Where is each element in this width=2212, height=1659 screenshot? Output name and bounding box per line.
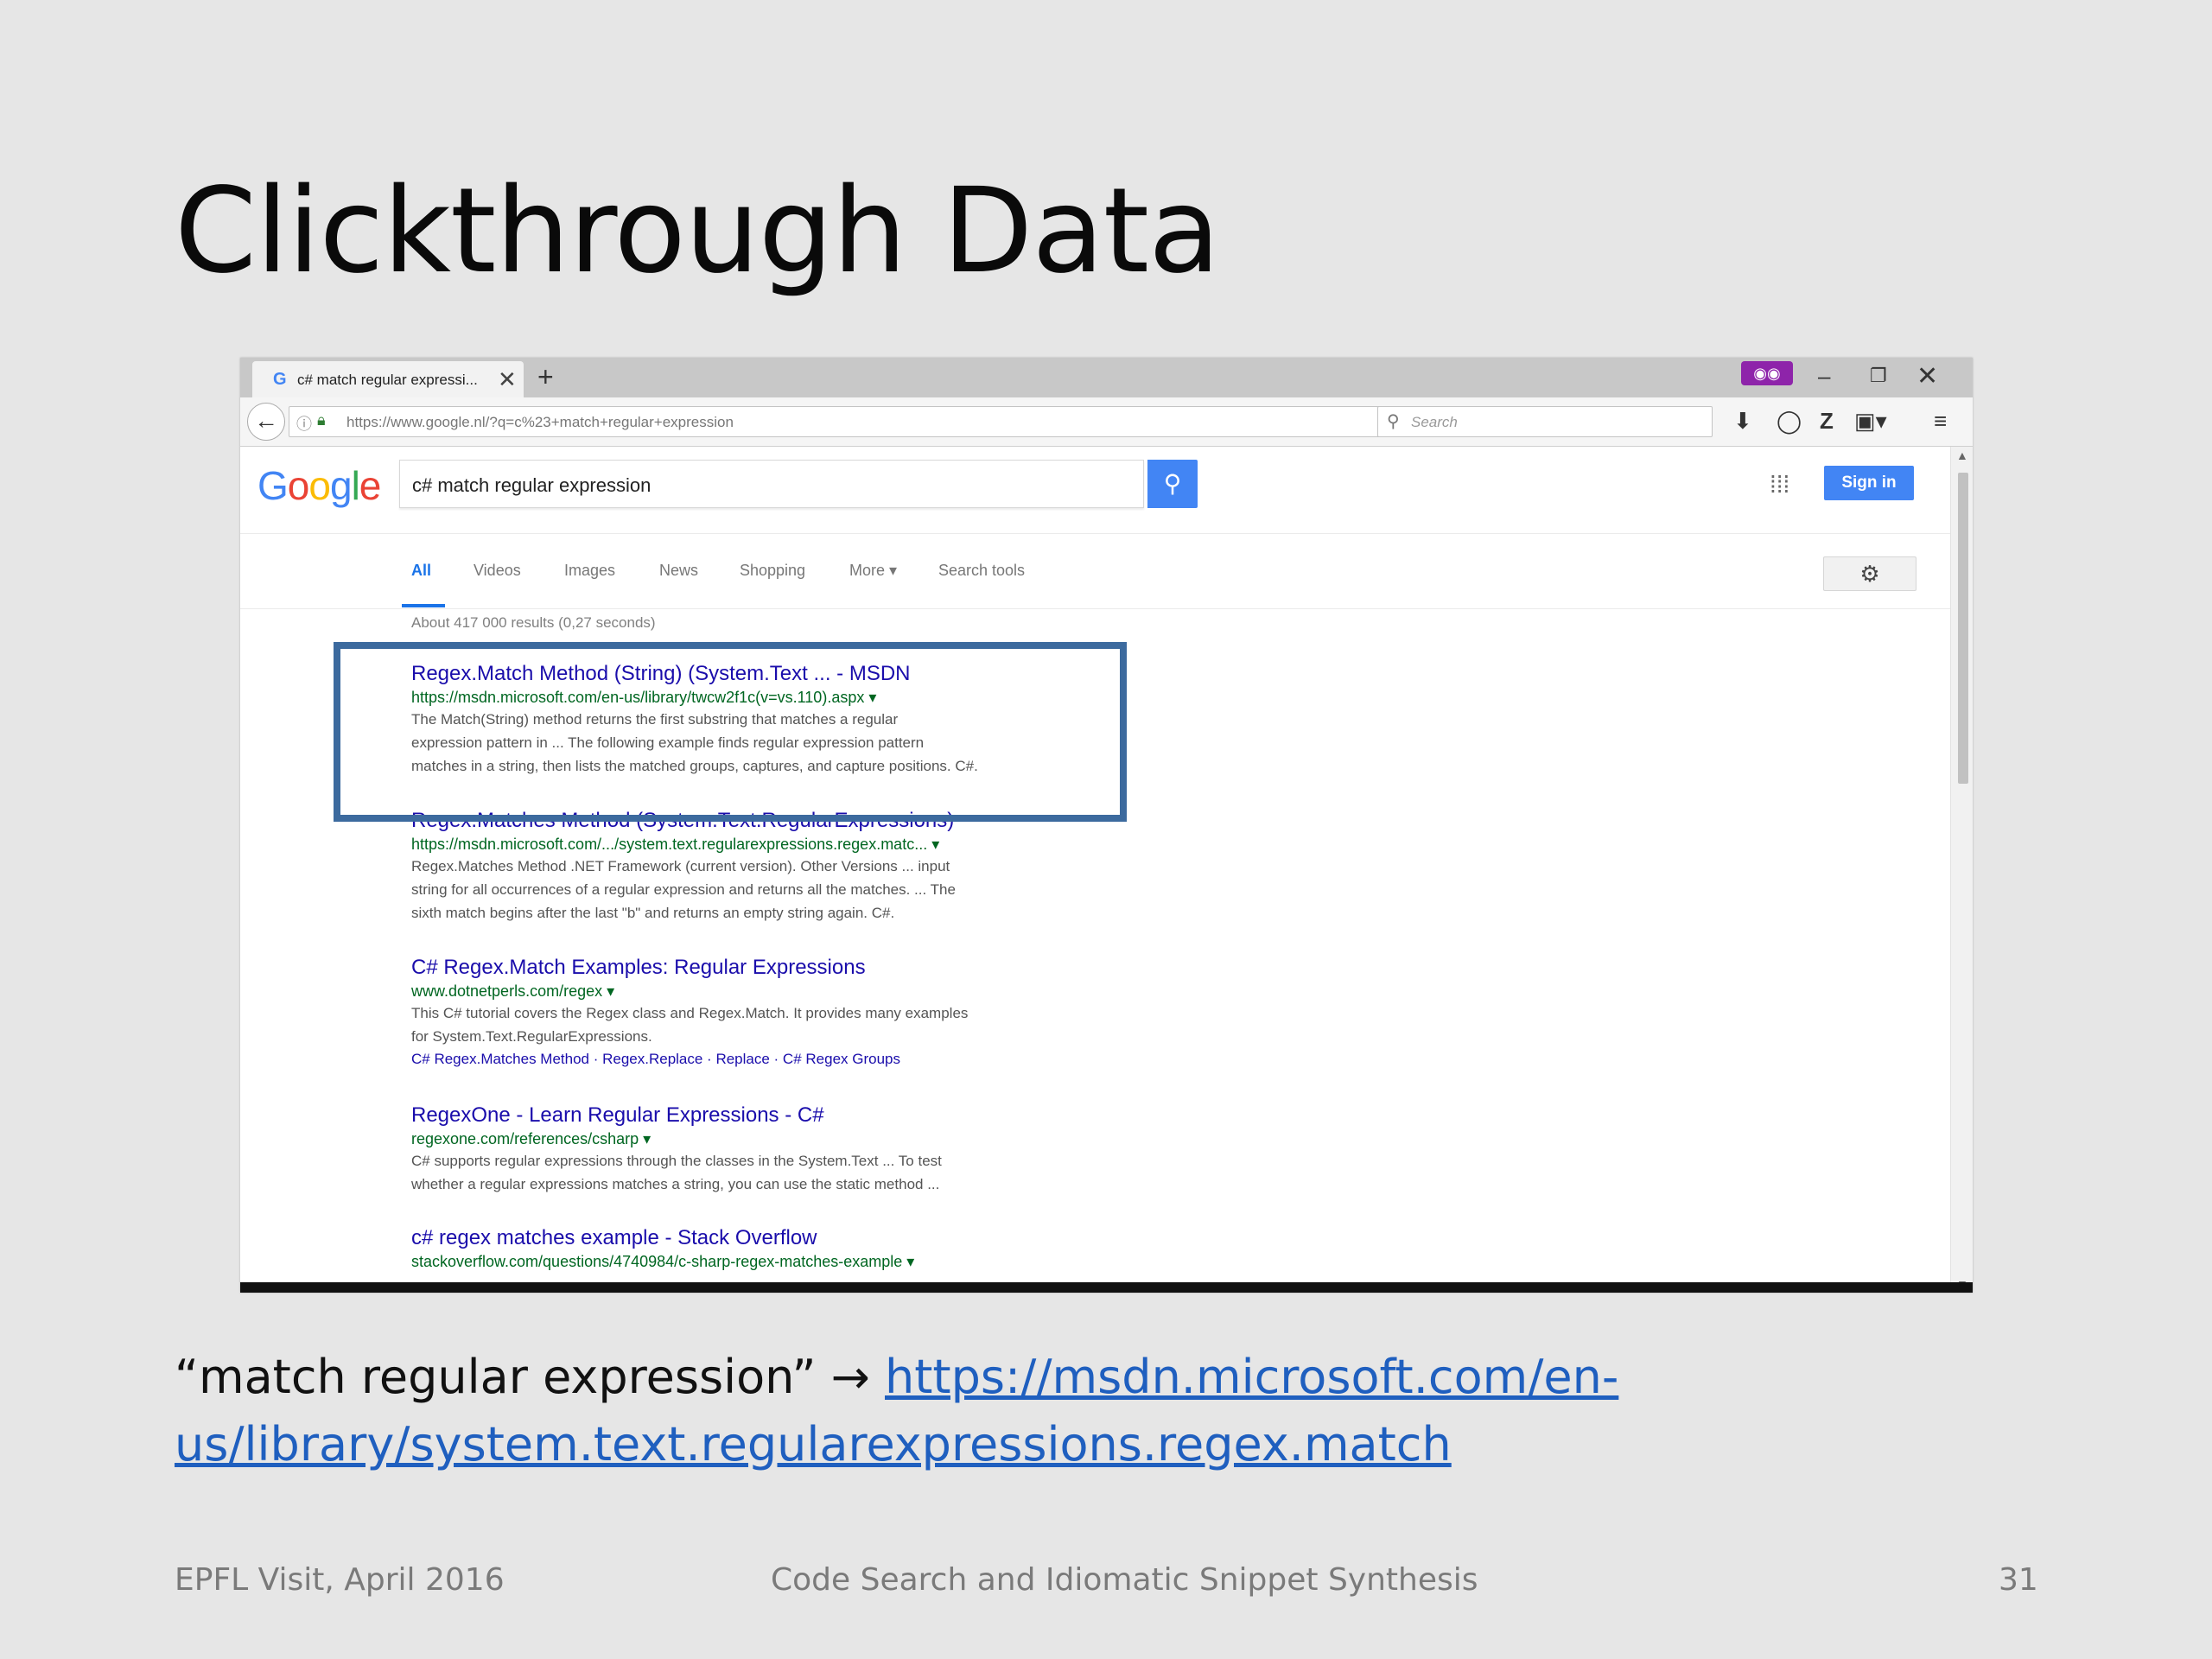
apps-grid-icon[interactable]: ⁞⁞⁞ (1770, 471, 1789, 499)
active-tab-indicator (402, 604, 445, 607)
footer-left: EPFL Visit, April 2016 (175, 1562, 505, 1598)
tab-close-icon[interactable]: ✕ (498, 366, 517, 393)
private-mask-icon[interactable]: ◉◉ (1741, 361, 1793, 385)
result-sitelinks[interactable]: C# Regex.Matches Method · Regex.Replace … (411, 1048, 1103, 1071)
scroll-up-icon[interactable]: ▲ (1956, 448, 1968, 462)
close-window-button[interactable]: ✕ (1916, 361, 1938, 391)
result-snippet-line: Regex.Matches Method .NET Framework (cur… (411, 858, 950, 874)
settings-gear-icon[interactable]: ⚙ (1823, 556, 1916, 591)
tab-shopping[interactable]: Shopping (740, 562, 805, 580)
zotero-icon[interactable]: Z (1820, 408, 1834, 435)
restore-button[interactable]: ❐ (1870, 365, 1887, 387)
new-tab-button[interactable]: + (537, 361, 554, 393)
chat-bubble-icon[interactable]: ◯ (1777, 408, 1802, 435)
result-url[interactable]: www.dotnetperls.com/regex ▾ (411, 981, 1103, 1001)
google-logo[interactable]: Google (257, 462, 381, 509)
browser-screenshot: G c# match regular expressi... ✕ + ◉◉ – … (240, 358, 1973, 1293)
scrollbar[interactable]: ▲ ▼ (1950, 447, 1973, 1293)
tab-bar: G c# match regular expressi... ✕ + ◉◉ – … (240, 358, 1973, 397)
caption-query: “match regular expression” → (175, 1350, 885, 1404)
result-title[interactable]: C# Regex.Match Examples: Regular Express… (411, 955, 1103, 981)
taskbar-edge (240, 1282, 1973, 1293)
search-result: Regex.Matches Method (System.Text.Regula… (411, 808, 1103, 925)
result-snippet-line: whether a regular expressions matches a … (411, 1176, 940, 1192)
result-snippet-line: for System.Text.RegularExpressions. (411, 1028, 652, 1045)
browser-search-box[interactable]: ⚲ Search (1377, 406, 1713, 437)
result-title[interactable]: c# regex matches example - Stack Overflo… (411, 1225, 1103, 1251)
result-url[interactable]: https://msdn.microsoft.com/.../system.te… (411, 834, 1103, 855)
footer-center: Code Search and Idiomatic Snippet Synthe… (771, 1562, 1478, 1598)
google-header: Google c# match regular expression ⚲ ⁞⁞⁞… (240, 447, 1973, 534)
minimize-button[interactable]: – (1818, 363, 1830, 390)
search-result: C# Regex.Match Examples: Regular Express… (411, 955, 1103, 1071)
search-result: RegexOne - Learn Regular Expressions - C… (411, 1103, 1103, 1196)
tab-news[interactable]: News (659, 562, 698, 580)
search-placeholder: Search (1411, 414, 1458, 430)
slide-title: Clickthrough Data (175, 163, 1220, 300)
result-url[interactable]: stackoverflow.com/questions/4740984/c-sh… (411, 1251, 1103, 1272)
tab-more[interactable]: More ▾ (849, 562, 897, 580)
google-search-input[interactable]: c# match regular expression (399, 460, 1144, 508)
result-url[interactable]: regexone.com/references/csharp ▾ (411, 1128, 1103, 1149)
page-number: 31 (1999, 1562, 2038, 1598)
result-snippet-line: C# supports regular expressions through … (411, 1153, 942, 1169)
tab-search-tools[interactable]: Search tools (938, 562, 1025, 580)
tab-all[interactable]: All (411, 562, 431, 580)
scroll-thumb[interactable] (1958, 473, 1968, 784)
sign-in-button[interactable]: Sign in (1824, 466, 1914, 500)
result-stats: About 417 000 results (0,27 seconds) (411, 614, 656, 631)
result-title[interactable]: RegexOne - Learn Regular Expressions - C… (411, 1103, 1103, 1128)
clicked-result-highlight (334, 642, 1127, 822)
pocket-icon[interactable]: ▣▾ (1854, 408, 1887, 435)
result-snippet-line: sixth match begins after the last "b" an… (411, 905, 895, 921)
hamburger-menu-icon[interactable]: ≡ (1934, 408, 1947, 435)
result-snippet-line: This C# tutorial covers the Regex class … (411, 1005, 969, 1021)
tab-videos[interactable]: Videos (474, 562, 521, 580)
google-favicon-icon: G (273, 370, 287, 389)
google-search-tabs: All Videos Images News Shopping More ▾ S… (240, 534, 1973, 609)
tab-images[interactable]: Images (564, 562, 615, 580)
lock-icon: 🔒︎ (317, 411, 326, 429)
tab-title: c# match regular expressi... (297, 372, 478, 388)
info-icon[interactable]: ⓘ (296, 412, 312, 435)
result-snippet-line: string for all occurrences of a regular … (411, 881, 956, 898)
navigation-bar: ← ⓘ 🔒︎ https://www.google.nl/?q=c%23+mat… (240, 397, 1973, 447)
download-icon[interactable]: ⬇ (1733, 408, 1752, 435)
browser-tab[interactable]: G c# match regular expressi... ✕ (252, 361, 524, 397)
search-icon: ⚲ (1387, 412, 1400, 431)
search-result: c# regex matches example - Stack Overflo… (411, 1225, 1103, 1272)
caption: “match regular expression” → https://msd… (175, 1344, 2075, 1478)
google-search-button[interactable]: ⚲ (1147, 460, 1198, 508)
url-text[interactable]: https://www.google.nl/?q=c%23+match+regu… (346, 414, 734, 431)
back-arrow-icon[interactable]: ← (247, 403, 285, 441)
search-query[interactable]: c# match regular expression (412, 474, 651, 497)
